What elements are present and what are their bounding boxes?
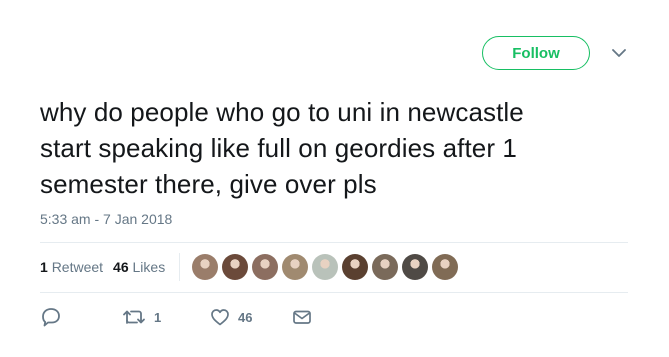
follow-button[interactable]: Follow — [482, 36, 590, 70]
like-stat-label: Likes — [132, 259, 166, 275]
tweet-card: Follow why do people who go to uni in ne… — [0, 0, 669, 357]
reply-button[interactable] — [40, 304, 70, 330]
tweet-text-line: start speaking like full on geordies aft… — [40, 133, 517, 163]
retweet-stat-count: 1 — [40, 259, 48, 275]
liker-avatar[interactable] — [282, 254, 309, 280]
follow-button-label: Follow — [512, 44, 560, 62]
retweet-stat-label: Retweet — [51, 259, 104, 275]
reply-icon — [40, 307, 62, 327]
direct-message-button[interactable] — [292, 304, 312, 330]
tweet-actions: 1 46 — [40, 304, 370, 330]
liker-avatar[interactable] — [342, 254, 369, 280]
liker-avatar[interactable] — [192, 254, 219, 280]
liker-avatar[interactable] — [432, 254, 459, 280]
tweet-text-line: semester there, give over pls — [40, 169, 377, 199]
liker-avatar[interactable] — [402, 254, 429, 280]
mail-icon — [292, 309, 312, 325]
liker-avatar[interactable] — [252, 254, 279, 280]
stats-separator — [179, 253, 181, 281]
retweet-icon — [122, 308, 146, 326]
retweet-count: 1 — [154, 309, 162, 325]
liker-avatar[interactable] — [372, 254, 399, 280]
heart-icon — [210, 308, 230, 326]
like-button[interactable]: 46 — [210, 304, 252, 330]
tweet-timestamp[interactable]: 5:33 am - 7 Jan 2018 — [40, 211, 172, 227]
chevron-down-icon[interactable] — [610, 44, 628, 62]
liker-avatars — [192, 254, 462, 280]
tweet-text-line: why do people who go to uni in newcastle — [40, 97, 524, 127]
liker-avatar[interactable] — [312, 254, 339, 280]
divider — [40, 292, 628, 293]
like-stat-count: 46 — [113, 259, 129, 275]
like-count: 46 — [238, 309, 253, 325]
tweet-stats: 1 Retweet 46 Likes — [40, 242, 628, 292]
liker-avatar[interactable] — [222, 254, 249, 280]
like-stat[interactable]: 46 Likes — [113, 259, 165, 275]
retweet-stat[interactable]: 1 Retweet — [40, 259, 103, 275]
retweet-button[interactable]: 1 — [122, 304, 161, 330]
tweet-text: why do people who go to uni in newcastle… — [40, 94, 640, 202]
